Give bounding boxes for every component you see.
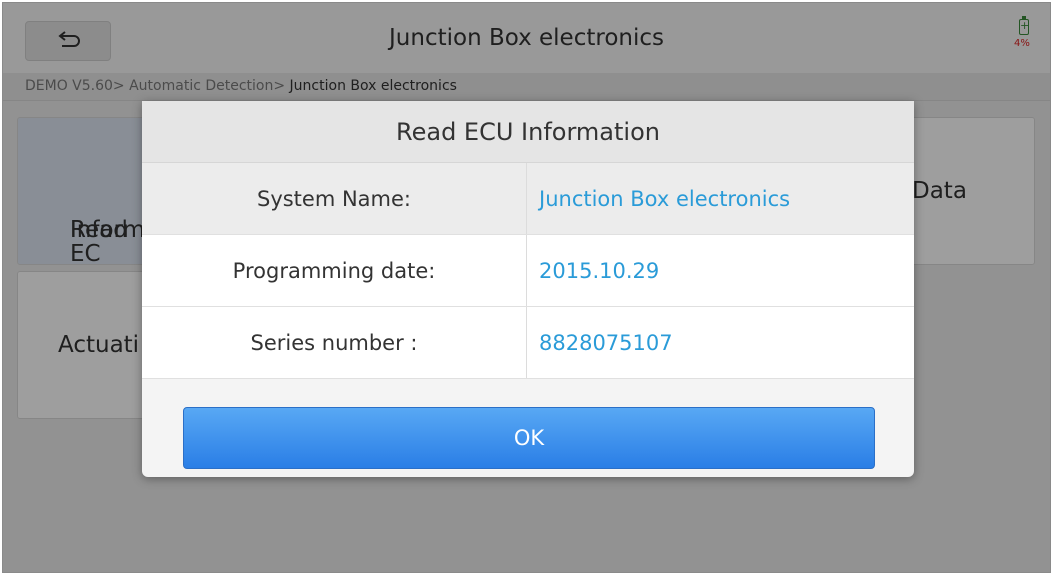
info-row-programming-date: Programming date: 2015.10.29 [142,235,914,307]
info-row-system-name: System Name: Junction Box electronics [142,163,914,235]
info-row-series-number: Series number : 8828075107 [142,307,914,379]
info-label: Programming date: [142,235,527,306]
info-label: System Name: [142,163,527,234]
ecu-info-dialog: Read ECU Information System Name: Juncti… [142,101,914,477]
info-value: 2015.10.29 [539,259,660,283]
info-value: Junction Box electronics [539,187,791,211]
ok-button[interactable]: OK [183,407,875,469]
dialog-title: Read ECU Information [142,101,914,163]
app-window: Junction Box electronics 4% DEMO V5.60> … [2,2,1051,573]
info-value: 8828075107 [539,331,673,355]
info-label: Series number : [142,307,527,378]
